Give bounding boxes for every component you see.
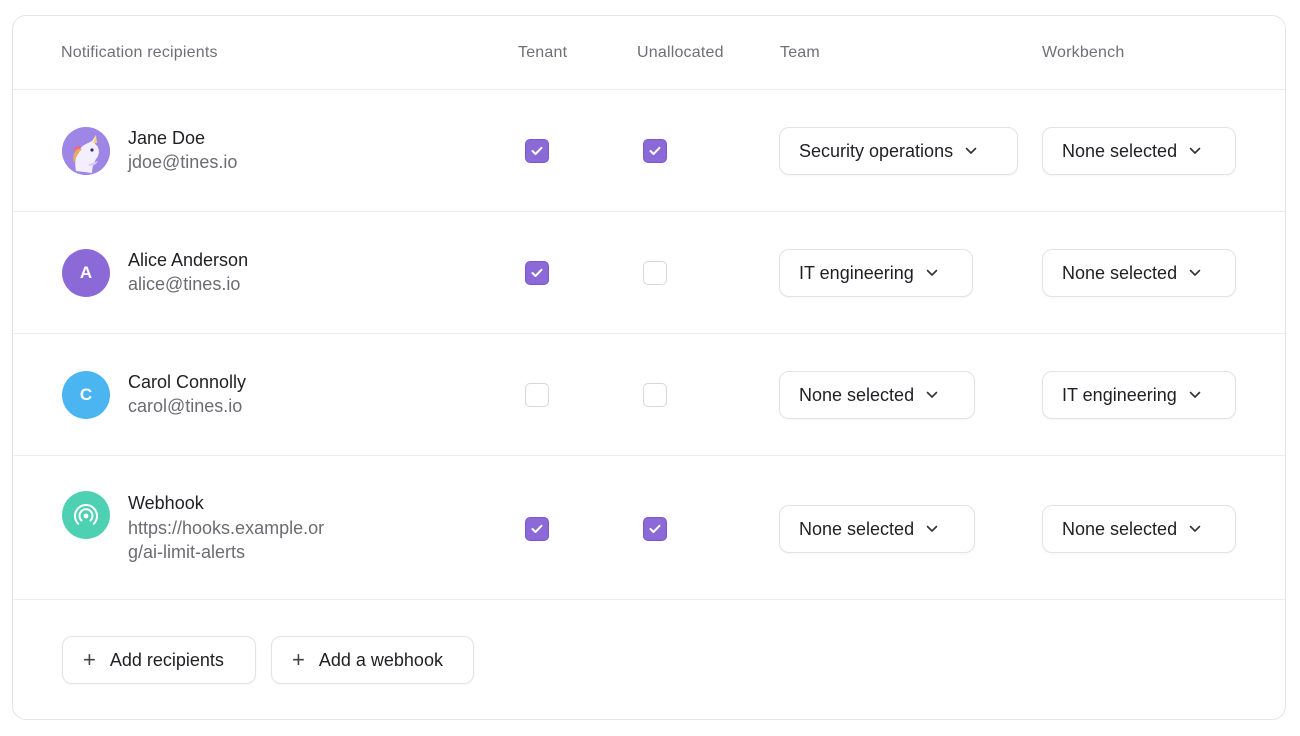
unallocated-checkbox[interactable]	[643, 261, 667, 285]
checkmark-icon	[531, 268, 543, 277]
recipient-email: jdoe@tines.io	[128, 152, 238, 172]
avatar: C	[62, 371, 110, 419]
webhook-broadcast-icon	[62, 491, 110, 539]
workbench-dropdown-value: None selected	[1062, 518, 1178, 539]
checkmark-icon	[649, 524, 661, 533]
tenant-checkbox[interactable]	[525, 383, 549, 407]
chevron-down-icon	[926, 269, 938, 277]
table-header: Notification recipients Tenant Unallocat…	[13, 16, 1285, 90]
recipient-email: carol@tines.io	[128, 396, 243, 416]
add-recipients-button[interactable]: + Add recipients	[62, 636, 256, 684]
chevron-down-icon	[1189, 391, 1201, 399]
team-dropdown-value: Security operations	[799, 140, 954, 161]
workbench-dropdown[interactable]: None selected	[1042, 505, 1236, 553]
team-dropdown[interactable]: Security operations	[779, 127, 1018, 175]
webhook-url-line-1: https://hooks.example.or	[128, 518, 325, 538]
workbench-dropdown[interactable]: IT engineering	[1042, 371, 1236, 419]
table-row: Jane Doe jdoe@tines.io Security operatio…	[13, 90, 1285, 212]
workbench-dropdown-value: None selected	[1062, 140, 1178, 161]
table-row: A Alice Anderson alice@tines.io IT engin…	[13, 212, 1285, 334]
workbench-dropdown[interactable]: None selected	[1042, 127, 1236, 175]
plus-icon: +	[83, 647, 96, 672]
team-dropdown-value: None selected	[799, 518, 915, 539]
unallocated-checkbox[interactable]	[643, 139, 667, 163]
recipient-name: Alice Anderson	[128, 250, 249, 270]
add-webhook-button[interactable]: + Add a webhook	[271, 636, 474, 684]
tenant-checkbox[interactable]	[525, 517, 549, 541]
recipient-name: Jane Doe	[128, 128, 206, 148]
tenant-checkbox[interactable]	[525, 139, 549, 163]
table-row: Webhook https://hooks.example.or g/ai-li…	[13, 456, 1285, 600]
chevron-down-icon	[1189, 525, 1201, 533]
workbench-dropdown-value: IT engineering	[1062, 384, 1177, 405]
workbench-dropdown[interactable]: None selected	[1042, 249, 1236, 297]
column-header-team: Team	[780, 44, 820, 61]
chevron-down-icon	[1189, 269, 1201, 277]
column-header-workbench: Workbench	[1042, 44, 1125, 61]
notification-recipients-card: Notification recipients Tenant Unallocat…	[12, 15, 1286, 720]
team-dropdown[interactable]: None selected	[779, 505, 975, 553]
column-header-recipients: Notification recipients	[61, 44, 218, 61]
team-dropdown[interactable]: IT engineering	[779, 249, 973, 297]
column-header-unallocated: Unallocated	[637, 44, 724, 61]
avatar: A	[62, 249, 110, 297]
chevron-down-icon	[926, 391, 938, 399]
plus-icon: +	[292, 647, 305, 672]
webhook-url-line-2: g/ai-limit-alerts	[128, 542, 246, 562]
recipient-name: Webhook	[128, 493, 204, 513]
tenant-checkbox[interactable]	[525, 261, 549, 285]
add-recipients-label: Add recipients	[109, 649, 224, 670]
checkmark-icon	[531, 524, 543, 533]
table-row: C Carol Connolly carol@tines.io None sel…	[13, 334, 1285, 456]
chevron-down-icon	[965, 147, 977, 155]
checkmark-icon	[531, 146, 543, 155]
add-webhook-label: Add a webhook	[318, 649, 443, 670]
team-dropdown-value: IT engineering	[799, 262, 914, 283]
chevron-down-icon	[1189, 147, 1201, 155]
team-dropdown[interactable]: None selected	[779, 371, 975, 419]
column-header-tenant: Tenant	[518, 44, 568, 61]
unallocated-checkbox[interactable]	[643, 383, 667, 407]
chevron-down-icon	[926, 525, 938, 533]
workbench-dropdown-value: None selected	[1062, 262, 1178, 283]
team-dropdown-value: None selected	[799, 384, 915, 405]
unallocated-checkbox[interactable]	[643, 517, 667, 541]
recipient-email: alice@tines.io	[128, 274, 241, 294]
recipient-name: Carol Connolly	[128, 372, 247, 392]
checkmark-icon	[649, 146, 661, 155]
unicorn-avatar	[62, 127, 110, 175]
